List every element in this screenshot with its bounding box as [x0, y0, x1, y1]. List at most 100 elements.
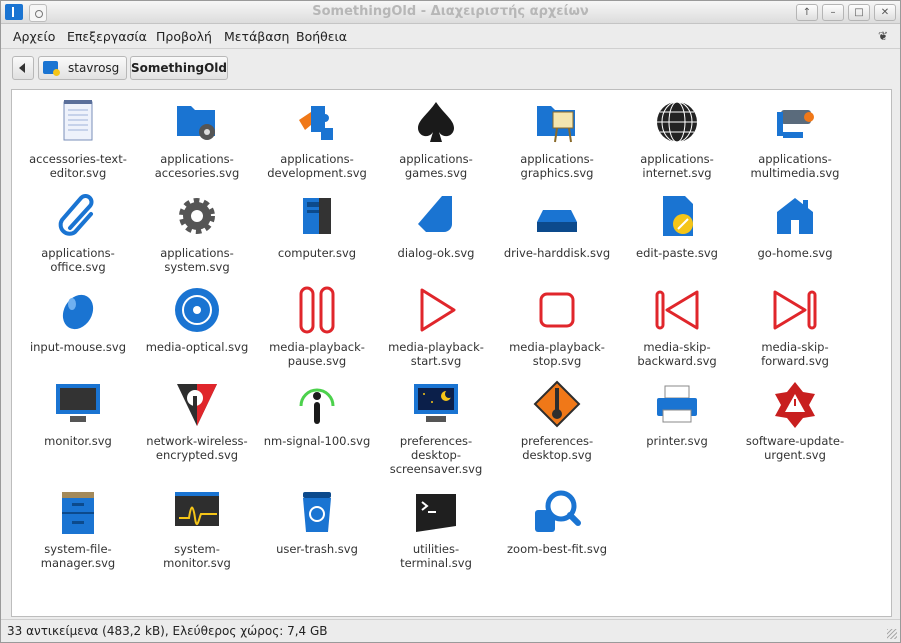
menu-view[interactable]: Προβολή [156, 29, 212, 44]
file-name-line: computer.svg [277, 246, 357, 260]
file-item[interactable]: applications-graphics.svg [500, 98, 614, 180]
file-grid[interactable]: accessories-text-editor.svg applications-… [11, 89, 892, 617]
play-icon [412, 286, 460, 334]
file-item[interactable]: media-playback-pause.svg [260, 286, 374, 368]
file-item[interactable]: applications-games.svg [379, 98, 493, 180]
raise-button[interactable]: ↑ [796, 4, 818, 21]
resize-grip[interactable] [887, 629, 897, 639]
file-item[interactable]: nm-signal-100.svg [260, 380, 374, 448]
breadcrumb-current[interactable]: SomethingOld [130, 56, 228, 80]
file-item[interactable]: preferences-desktop.svg [500, 380, 614, 462]
file-item[interactable]: computer.svg [260, 192, 374, 260]
disc-icon [173, 286, 221, 334]
file-item[interactable]: preferences-desktop-screensaver.svg [379, 380, 493, 476]
signal-icon [293, 380, 341, 428]
file-name-line: applications- [160, 152, 234, 166]
file-name: go-home.svg [738, 246, 852, 260]
file-name: preferences-desktop.svg [500, 434, 614, 462]
wrench-sign-icon [533, 380, 581, 428]
file-item[interactable]: applications-accesories.svg [140, 98, 254, 180]
file-name: network-wireless-encrypted.svg [140, 434, 254, 462]
file-name-line: accessories-text- [29, 152, 127, 166]
sysmonitor-icon [173, 488, 221, 536]
file-item[interactable]: system-monitor.svg [140, 488, 254, 570]
file-name-line: drive-harddisk.svg [503, 246, 611, 260]
file-name: applications-office.svg [21, 246, 135, 274]
file-name-line: software-update- [745, 434, 845, 448]
file-item[interactable]: dialog-ok.svg [379, 192, 493, 260]
close-button[interactable]: ✕ [874, 4, 896, 21]
file-name: software-update-urgent.svg [738, 434, 852, 462]
file-name-line: media-optical.svg [145, 340, 249, 354]
busy-icon: ❦ [877, 29, 888, 43]
file-name: applications-internet.svg [620, 152, 734, 180]
file-name: media-skip-backward.svg [620, 340, 734, 368]
file-item[interactable]: go-home.svg [738, 192, 852, 260]
file-name-line: monitor.svg [163, 556, 231, 570]
file-name: zoom-best-fit.svg [500, 542, 614, 556]
file-name-line: backward.svg [637, 354, 717, 368]
home-folder-icon [43, 61, 60, 76]
pause-icon [293, 286, 341, 334]
file-name: media-playback-stop.svg [500, 340, 614, 368]
file-item[interactable]: input-mouse.svg [21, 286, 135, 354]
file-name: computer.svg [260, 246, 374, 260]
file-name-line: system- [174, 542, 220, 556]
maximize-button[interactable]: □ [848, 4, 870, 21]
file-item[interactable]: accessories-text-editor.svg [21, 98, 135, 180]
file-name-line: applications- [399, 152, 473, 166]
puzzle-icon [293, 98, 341, 146]
gear-icon [173, 192, 221, 240]
file-item[interactable]: utilities-terminal.svg [379, 488, 493, 570]
file-name-line: games.svg [404, 166, 468, 180]
file-item[interactable]: monitor.svg [21, 380, 135, 448]
file-name-line: media-playback- [509, 340, 605, 354]
file-item[interactable]: edit-paste.svg [620, 192, 734, 260]
file-item[interactable]: system-file-manager.svg [21, 488, 135, 570]
file-name: applications-graphics.svg [500, 152, 614, 180]
skip-backward-icon [653, 286, 701, 334]
file-name-line: go-home.svg [757, 246, 833, 260]
file-name-line: preferences- [399, 434, 473, 448]
file-name: media-playback-start.svg [379, 340, 493, 368]
title-bar[interactable]: SomethingOld - Διαχειριστής αρχείων ↑ – … [1, 1, 900, 24]
file-name-line: desktop- [410, 448, 462, 462]
file-item[interactable]: zoom-best-fit.svg [500, 488, 614, 556]
status-text: 33 αντικείμενα (483,2 kB), Ελεύθερος χώρ… [7, 624, 328, 638]
menu-file[interactable]: Αρχείο [13, 29, 55, 44]
file-item[interactable]: media-skip-backward.svg [620, 286, 734, 368]
file-name-line: pause.svg [287, 354, 347, 368]
computer-icon [293, 192, 341, 240]
file-item[interactable]: applications-office.svg [21, 192, 135, 274]
easel-icon [533, 98, 581, 146]
file-item[interactable]: applications-system.svg [140, 192, 254, 274]
file-name-line: graphics.svg [520, 166, 594, 180]
file-item[interactable]: applications-development.svg [260, 98, 374, 180]
file-item[interactable]: network-wireless-encrypted.svg [140, 380, 254, 462]
file-name-line: media-playback- [269, 340, 365, 354]
file-name-line: manager.svg [40, 556, 116, 570]
file-item[interactable]: software-update-urgent.svg [738, 380, 852, 462]
terminal-icon [412, 488, 460, 536]
menu-help[interactable]: Βοήθεια [296, 29, 347, 44]
file-item[interactable]: media-playback-stop.svg [500, 286, 614, 368]
file-item[interactable]: media-skip-forward.svg [738, 286, 852, 368]
file-item[interactable]: applications-multimedia.svg [738, 98, 852, 180]
menu-edit[interactable]: Επεξεργασία [67, 29, 147, 44]
file-manager-window: SomethingOld - Διαχειριστής αρχείων ↑ – … [0, 0, 901, 643]
file-item[interactable]: printer.svg [620, 380, 734, 448]
back-icon[interactable] [12, 56, 34, 80]
breadcrumb-home[interactable]: stavrosg [38, 56, 127, 80]
menu-go[interactable]: Μετάβαση [224, 29, 289, 44]
minimize-button[interactable]: – [822, 4, 844, 21]
breadcrumb-home-label: stavrosg [68, 61, 120, 75]
file-name-line: media-skip- [761, 340, 829, 354]
file-name: media-playback-pause.svg [260, 340, 374, 368]
file-item[interactable]: media-optical.svg [140, 286, 254, 354]
camera-icon [771, 98, 819, 146]
file-item[interactable]: user-trash.svg [260, 488, 374, 556]
file-item[interactable]: media-playback-start.svg [379, 286, 493, 368]
skip-forward-icon [771, 286, 819, 334]
file-item[interactable]: drive-harddisk.svg [500, 192, 614, 260]
file-item[interactable]: applications-internet.svg [620, 98, 734, 180]
